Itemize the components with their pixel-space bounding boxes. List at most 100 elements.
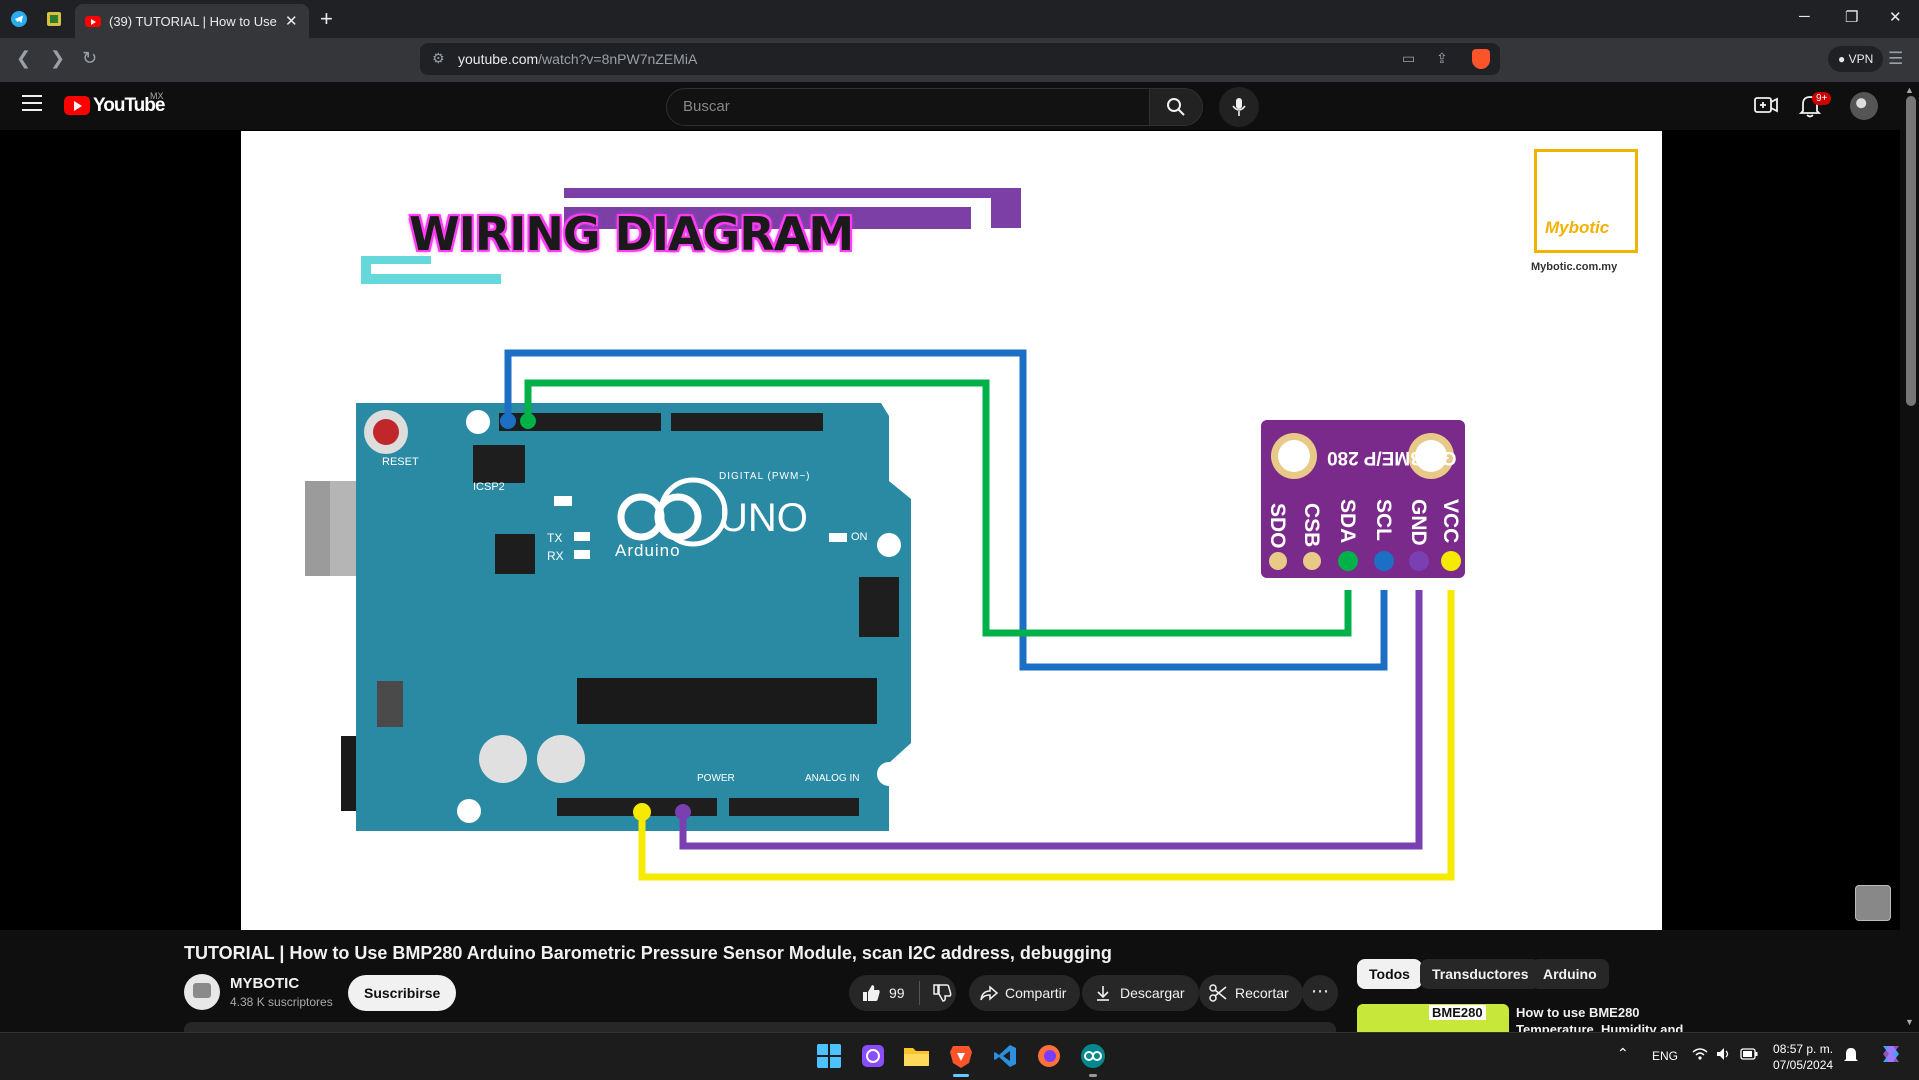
tray-overflow-icon[interactable]: ⌃: [1617, 1045, 1629, 1062]
mount-hole-1: [466, 410, 490, 434]
search-box[interactable]: [666, 88, 1150, 126]
copilot-icon[interactable]: [1879, 1042, 1903, 1066]
more-actions-icon[interactable]: ⋯: [1302, 975, 1338, 1011]
brave-browser-icon[interactable]: [948, 1043, 974, 1069]
sensor-label-gnd: GND: [1407, 499, 1430, 546]
site-settings-icon[interactable]: ⚙: [432, 50, 445, 67]
like-count: 99: [889, 985, 905, 1001]
battery-icon[interactable]: [1740, 1048, 1758, 1060]
arduino-running-indicator: [1089, 1074, 1097, 1077]
arduino-ide-icon[interactable]: [1080, 1043, 1106, 1069]
windows-start-icon[interactable]: [816, 1043, 842, 1069]
recommended-title[interactable]: How to use BME280 Temperature, Humidity …: [1516, 1004, 1686, 1032]
youtube-favicon-icon: [85, 15, 101, 27]
scroll-up-icon[interactable]: ▲: [1905, 85, 1914, 95]
download-button[interactable]: Descargar: [1082, 975, 1199, 1011]
description-box[interactable]: [184, 1022, 1336, 1032]
user-avatar[interactable]: [1850, 92, 1878, 120]
sensor-label-scl: SCL: [1372, 499, 1395, 541]
brave-active-indicator: [953, 1074, 969, 1077]
url-text[interactable]: youtube.com/watch?v=8nPW7nZEMiA: [458, 51, 697, 67]
pin-dot-gnd: [675, 804, 691, 820]
voice-search-button[interactable]: [1219, 87, 1259, 127]
rx-label: RX: [547, 549, 564, 563]
like-button[interactable]: 99: [861, 975, 905, 1011]
sensor-label-sda: SDA: [1336, 499, 1359, 544]
channel-watermark-icon[interactable]: [1855, 885, 1891, 921]
sensor-label-vcc: VCC: [1439, 499, 1462, 544]
back-icon[interactable]: ❮: [16, 48, 31, 69]
icsp2-header: [473, 445, 525, 483]
window-close-icon[interactable]: ✕: [1889, 8, 1902, 26]
vscode-icon[interactable]: [992, 1043, 1018, 1069]
file-explorer-icon[interactable]: [903, 1043, 929, 1069]
mount-hole-2: [877, 533, 901, 557]
restore-icon[interactable]: ❐: [1845, 8, 1858, 26]
clip-button[interactable]: Recortar: [1199, 975, 1303, 1011]
sensor-pin-sdo: [1269, 552, 1287, 570]
sensor-label-sdo: SDO: [1266, 503, 1289, 549]
minimize-icon[interactable]: ─: [1799, 8, 1810, 25]
pinned-tab-telegram[interactable]: [6, 7, 32, 31]
banner-bar-cyan: [361, 274, 501, 284]
scissors-icon: [1209, 984, 1227, 1002]
windows-taskbar: ⌃ ENG 08:57 p. m. 07/05/2024: [0, 1032, 1919, 1080]
sensor-pin-csb: [1303, 552, 1321, 570]
reset-label: RESET: [382, 456, 419, 468]
sensor-pin-gnd: [1409, 551, 1429, 571]
rx-led: [574, 550, 590, 559]
search-button[interactable]: [1149, 88, 1203, 126]
language-indicator[interactable]: ENG: [1652, 1049, 1678, 1063]
hamburger-menu-icon[interactable]: [22, 95, 42, 116]
microphone-icon: [1232, 98, 1246, 116]
recommended-thumbnail[interactable]: BME280: [1357, 1004, 1509, 1032]
notifications-badge: 9+: [1812, 92, 1832, 105]
sensor-pin-vcc: [1441, 551, 1461, 571]
power-label: POWER: [697, 773, 735, 784]
clip-label: Recortar: [1235, 985, 1289, 1001]
firefox-icon[interactable]: [1036, 1043, 1062, 1069]
image-app-icon: [47, 12, 61, 26]
share-icon[interactable]: ⇪: [1436, 50, 1448, 67]
youtube-logo-icon[interactable]: [64, 96, 90, 115]
reset-button-cap: [373, 419, 399, 445]
channel-name[interactable]: MYBOTIC: [230, 975, 299, 992]
create-video-icon[interactable]: [1754, 94, 1778, 116]
notification-bell-icon[interactable]: [1843, 1046, 1859, 1064]
chip-transducers[interactable]: Transductores: [1420, 959, 1541, 989]
browser-menu-icon[interactable]: ☰: [1888, 49, 1903, 69]
video-player[interactable]: WIRING DIAGRAM Mybotic Mybotic.com.my UN…: [241, 131, 1662, 930]
wifi-icon[interactable]: [1692, 1047, 1708, 1061]
page-scrollbar-thumb[interactable]: [1906, 96, 1916, 406]
forward-icon[interactable]: ❯: [50, 48, 65, 69]
widgets-app-icon[interactable]: [860, 1043, 886, 1069]
tab-youtube[interactable]: (39) TUTORIAL | How to Use BMP280 ✕: [75, 4, 309, 38]
system-clock[interactable]: 08:57 p. m. 07/05/2024: [1773, 1041, 1833, 1073]
chip-arduino[interactable]: Arduino: [1531, 959, 1609, 989]
close-icon[interactable]: ✕: [285, 12, 298, 30]
analog-header: [729, 798, 859, 816]
youtube-header: YouTube MX 9+: [0, 82, 1919, 130]
chip-all[interactable]: Todos: [1357, 959, 1422, 989]
cast-icon[interactable]: ▭: [1402, 50, 1415, 67]
country-code: MX: [150, 91, 164, 101]
subscribe-button[interactable]: Suscribirse: [348, 975, 457, 1011]
brave-shields-icon[interactable]: [1472, 49, 1490, 69]
volume-icon[interactable]: [1716, 1047, 1732, 1061]
sensor-label-csb: CSB: [1300, 503, 1323, 548]
address-bar[interactable]: ⚙ youtube.com/watch?v=8nPW7nZEMiA ▭ ⇪: [420, 43, 1500, 75]
on-label: ON: [851, 531, 868, 543]
sensor-model-code: GY-BME/P 280: [1327, 447, 1457, 468]
sensor-pin-sda: [1338, 551, 1358, 571]
digital-label: DIGITAL (PWM~): [719, 471, 811, 482]
subscriber-count: 4.38 K suscriptores: [230, 995, 333, 1009]
share-button[interactable]: Compartir: [969, 975, 1081, 1011]
channel-avatar[interactable]: [184, 974, 220, 1010]
search-input[interactable]: [681, 97, 1125, 116]
dislike-button[interactable]: [932, 983, 952, 1003]
scroll-down-icon[interactable]: ▼: [1905, 1017, 1914, 1027]
reload-icon[interactable]: ↻: [82, 48, 97, 69]
pinned-tab-app[interactable]: [41, 7, 67, 31]
new-tab-button[interactable]: +: [320, 6, 333, 32]
vpn-button[interactable]: ● VPN: [1828, 46, 1884, 72]
